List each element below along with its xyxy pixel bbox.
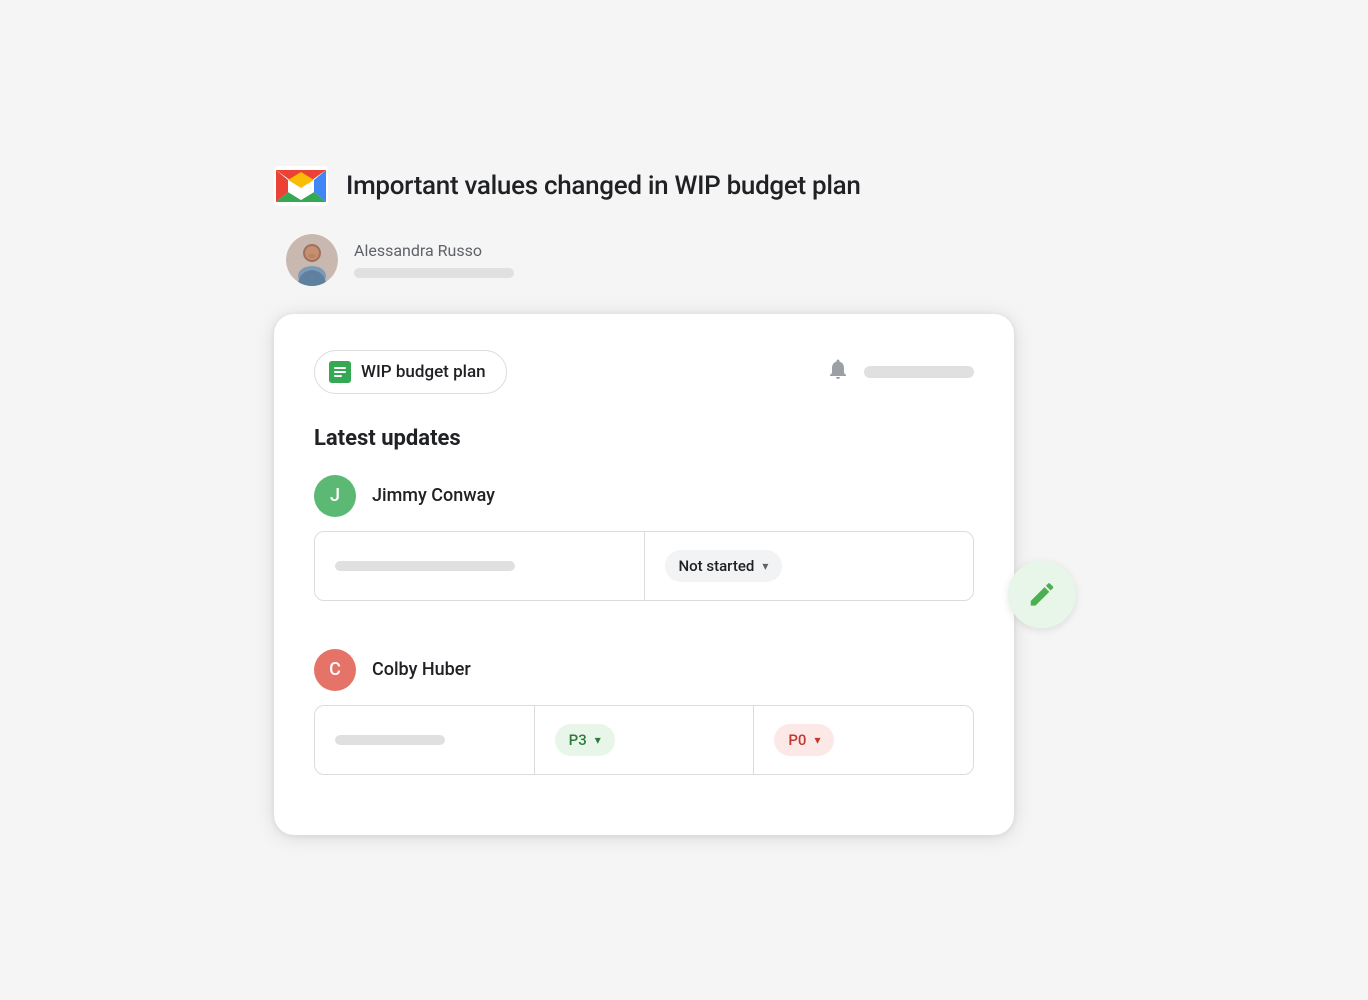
avatar-colby: C bbox=[314, 649, 356, 691]
cell-bar-jimmy-1 bbox=[335, 561, 515, 571]
data-cell-colby-1 bbox=[315, 706, 535, 774]
email-subject: Important values changed in WIP budget p… bbox=[346, 171, 861, 201]
sheets-icon bbox=[329, 361, 351, 383]
update-item-colby: C Colby Huber P3 ▾ P0 ▾ bbox=[314, 649, 974, 775]
status-badge-p3[interactable]: P3 ▾ bbox=[555, 724, 615, 756]
file-pill[interactable]: WIP budget plan bbox=[314, 350, 507, 394]
status-badge-p0[interactable]: P0 ▾ bbox=[774, 724, 834, 756]
gmail-logo bbox=[274, 166, 328, 206]
section-gap bbox=[314, 621, 974, 649]
update-item-jimmy: J Jimmy Conway Not started ▾ bbox=[314, 475, 974, 601]
email-header: Important values changed in WIP budget p… bbox=[274, 166, 861, 234]
notification-bar bbox=[864, 366, 974, 378]
email-container: Important values changed in WIP budget p… bbox=[274, 166, 1094, 835]
sender-email-bar bbox=[354, 268, 514, 278]
chevron-down-p3-icon: ▾ bbox=[595, 733, 601, 747]
bell-icon bbox=[826, 357, 850, 387]
avatar-jimmy: J bbox=[314, 475, 356, 517]
user-row-colby: C Colby Huber bbox=[314, 649, 974, 691]
sender-avatar bbox=[286, 234, 338, 286]
user-row-jimmy: J Jimmy Conway bbox=[314, 475, 974, 517]
edit-fab[interactable] bbox=[1008, 560, 1076, 628]
file-name: WIP budget plan bbox=[361, 362, 486, 382]
user-name-jimmy: Jimmy Conway bbox=[372, 485, 495, 506]
chevron-down-p0-icon: ▾ bbox=[814, 733, 820, 747]
notification-area bbox=[826, 357, 974, 387]
notification-card: WIP budget plan Latest updates J Jimmy bbox=[274, 314, 1014, 835]
data-row-colby: P3 ▾ P0 ▾ bbox=[314, 705, 974, 775]
sender-name: Alessandra Russo bbox=[354, 241, 514, 260]
sender-info: Alessandra Russo bbox=[354, 241, 514, 278]
data-cell-colby-2: P3 ▾ bbox=[535, 706, 755, 774]
cell-bar-colby-1 bbox=[335, 735, 445, 745]
data-cell-colby-3: P0 ▾ bbox=[754, 706, 973, 774]
sender-row: Alessandra Russo bbox=[274, 234, 514, 314]
user-name-colby: Colby Huber bbox=[372, 659, 471, 680]
data-cell-jimmy-2: Not started ▾ bbox=[645, 532, 974, 600]
data-cell-jimmy-1 bbox=[315, 532, 645, 600]
section-title: Latest updates bbox=[314, 426, 974, 451]
data-row-jimmy: Not started ▾ bbox=[314, 531, 974, 601]
card-header: WIP budget plan bbox=[314, 350, 974, 394]
chevron-down-icon: ▾ bbox=[762, 559, 768, 573]
status-badge-not-started[interactable]: Not started ▾ bbox=[665, 550, 783, 582]
